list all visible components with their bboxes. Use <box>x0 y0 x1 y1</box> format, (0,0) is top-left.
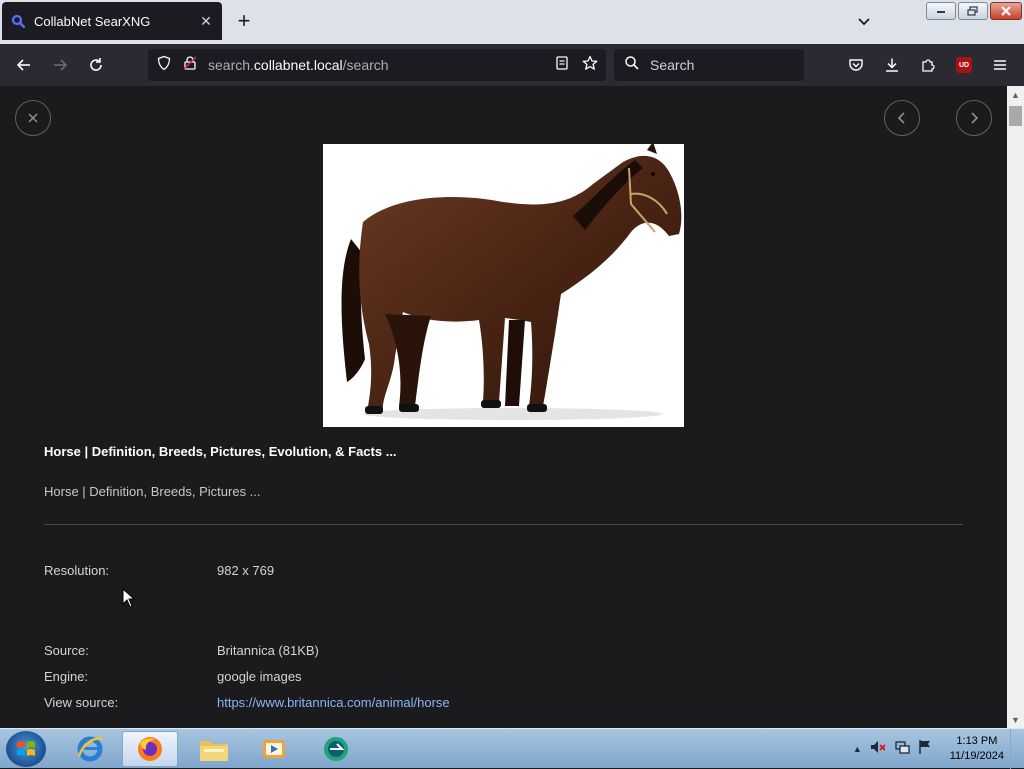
clock-date: 11/19/2024 <box>949 750 1004 762</box>
divider <box>44 524 963 525</box>
mouse-pointer-icon <box>122 587 136 613</box>
scroll-up-icon[interactable]: ▲ <box>1007 86 1024 103</box>
source-value: Britannica (81KB) <box>217 643 319 658</box>
searxng-favicon-icon <box>10 13 26 29</box>
horse-preview-image[interactable] <box>323 144 684 427</box>
firefox-icon[interactable] <box>122 731 178 767</box>
minimize-icon[interactable] <box>926 2 956 20</box>
show-hidden-icons-icon[interactable]: ▲ <box>853 744 862 754</box>
view-source-label: View source: <box>44 695 119 710</box>
internet-explorer-icon[interactable] <box>62 731 118 767</box>
media-player-icon[interactable] <box>246 731 302 767</box>
clock-time: 1:13 PM <box>956 735 998 747</box>
downloads-icon[interactable] <box>880 53 904 77</box>
show-desktop-button[interactable] <box>1010 729 1024 769</box>
search-bar[interactable] <box>614 49 804 81</box>
reader-view-icon[interactable] <box>554 55 570 76</box>
browser-tab-active[interactable]: CollabNet SearXNG ✕ <box>2 2 222 40</box>
url-prefix: search. <box>208 57 254 73</box>
result-title[interactable]: Horse | Definition, Breeds, Pictures, Ev… <box>44 444 397 459</box>
close-window-icon[interactable] <box>990 2 1022 20</box>
bookmark-star-icon[interactable] <box>582 55 598 76</box>
scrollbar-thumb[interactable] <box>1009 106 1022 126</box>
source-label: Source: <box>44 643 89 658</box>
system-tray: ▲ 1:13 PM 11/19/2024 <box>853 729 1004 769</box>
url-text[interactable]: search.collabnet.local/search <box>208 57 554 73</box>
scroll-down-icon[interactable]: ▼ <box>1007 711 1024 728</box>
engine-value: google images <box>217 669 302 684</box>
start-button-windows-icon[interactable] <box>6 731 46 767</box>
network-icon[interactable] <box>894 739 910 760</box>
url-host: collabnet.local <box>253 57 343 73</box>
new-tab-icon[interactable]: + <box>232 10 256 34</box>
extensions-puzzle-icon[interactable] <box>916 53 940 77</box>
pocket-icon[interactable] <box>844 53 868 77</box>
address-bar[interactable]: search.collabnet.local/search <box>148 49 606 81</box>
lock-warning-icon[interactable] <box>182 55 198 76</box>
hamburger-menu-icon[interactable] <box>988 53 1012 77</box>
list-all-tabs-chevron-icon[interactable] <box>852 10 876 34</box>
resolution-label: Resolution: <box>44 563 110 578</box>
window-controls <box>926 2 1022 20</box>
file-explorer-icon[interactable] <box>186 731 242 767</box>
tracking-protection-shield-icon[interactable] <box>156 55 172 76</box>
windows-taskbar: ▲ 1:13 PM 11/19/2024 <box>0 728 1024 769</box>
action-center-flag-icon[interactable] <box>918 739 932 760</box>
url-path: /search <box>342 57 389 73</box>
tab-strip: CollabNet SearXNG ✕ + <box>0 0 1024 44</box>
page-scrollbar[interactable]: ▲ ▼ <box>1007 86 1024 728</box>
forward-arrow-icon[interactable] <box>48 53 72 77</box>
tab-close-icon[interactable]: ✕ <box>198 13 214 29</box>
result-description: Horse | Definition, Breeds, Pictures ... <box>44 484 261 499</box>
view-source-link[interactable]: https://www.britannica.com/animal/horse <box>217 695 450 710</box>
engine-label: Engine: <box>44 669 89 684</box>
back-arrow-icon[interactable] <box>12 53 36 77</box>
tab-title: CollabNet SearXNG <box>34 13 151 29</box>
reload-icon[interactable] <box>84 53 108 77</box>
next-image-icon[interactable] <box>956 100 992 136</box>
restore-icon[interactable] <box>958 2 988 20</box>
search-input[interactable] <box>648 56 788 74</box>
resolution-value: 982 x 769 <box>217 563 275 578</box>
system-clock[interactable]: 1:13 PM 11/19/2024 <box>950 734 1004 764</box>
page-content: Horse | Definition, Breeds, Pictures, Ev… <box>0 86 1007 728</box>
close-detail-icon[interactable] <box>15 100 51 136</box>
previous-image-icon[interactable] <box>884 100 920 136</box>
ublock-origin-icon[interactable]: UD <box>952 53 976 77</box>
app-icon[interactable] <box>308 731 364 767</box>
navigation-toolbar: search.collabnet.local/search UD <box>0 44 1024 86</box>
volume-muted-icon[interactable] <box>870 739 886 760</box>
search-icon <box>624 55 640 76</box>
ublock-badge: UD <box>956 57 972 73</box>
